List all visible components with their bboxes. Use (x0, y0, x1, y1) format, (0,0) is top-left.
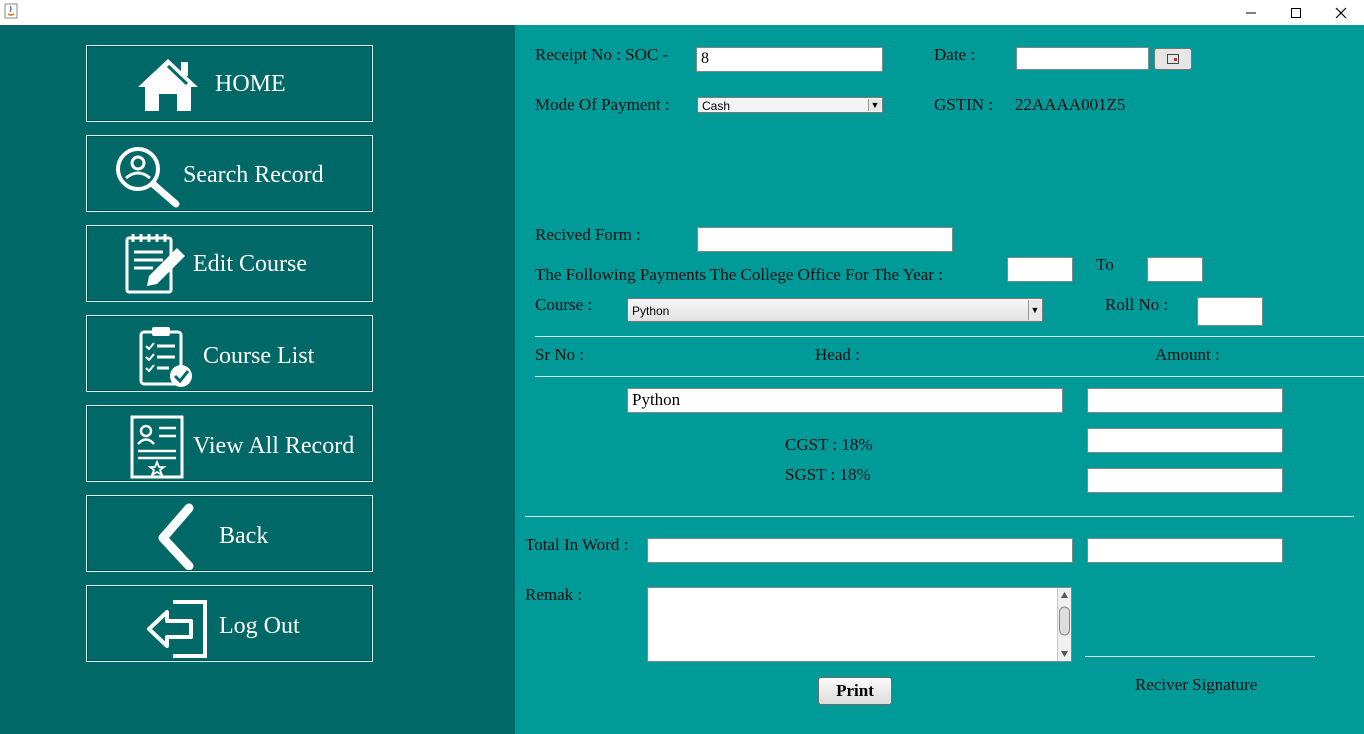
date-label: Date : (934, 45, 976, 64)
edit-course-label: Edit Course (193, 251, 307, 277)
clipboard-check-icon (139, 327, 192, 387)
sidebar: HOME Search Record Edit Course Course Li… (0, 25, 515, 734)
logout-button[interactable]: Log Out (86, 585, 373, 662)
maximize-button[interactable] (1273, 0, 1319, 25)
calendar-icon (1167, 54, 1179, 64)
cgst-amount-field[interactable] (1087, 428, 1283, 453)
mode-of-payment-select[interactable]: Cash ▼ (697, 97, 883, 113)
scroll-arrows-icon (1059, 592, 1070, 657)
course-list-label: Course List (203, 343, 315, 369)
receiver-signature-label: Reciver Signature (1135, 675, 1258, 694)
remark-label: Remak : (525, 585, 583, 604)
close-button[interactable] (1318, 0, 1364, 25)
back-button[interactable]: Back (86, 495, 373, 572)
logout-label: Log Out (219, 613, 300, 639)
course-select[interactable]: Python ▼ (627, 298, 1043, 322)
total-in-word-label: Total In Word : (525, 535, 629, 554)
back-label: Back (219, 523, 269, 549)
print-button[interactable]: Print (818, 677, 892, 705)
year-from-field[interactable] (1007, 257, 1073, 282)
roll-number-field[interactable] (1197, 297, 1263, 326)
home-label: HOME (215, 71, 286, 97)
view-all-record-label: View All Record (193, 433, 355, 459)
home-button[interactable]: HOME (86, 45, 373, 122)
divider (535, 376, 1364, 377)
title-bar (0, 0, 1364, 25)
search-user-icon (116, 147, 180, 208)
divider (525, 516, 1354, 517)
head-field[interactable]: Python (627, 388, 1063, 413)
total-amount-field[interactable] (1087, 538, 1283, 563)
received-from-field[interactable] (697, 227, 953, 252)
divider (535, 336, 1364, 337)
course-label: Course : (535, 295, 593, 314)
chevron-left-icon (158, 503, 194, 570)
close-icon (1335, 7, 1347, 18)
amount-field[interactable] (1087, 388, 1283, 413)
received-from-label: Recived Form : (535, 225, 641, 244)
mode-of-payment-label: Mode Of Payment : (535, 95, 670, 114)
view-all-record-button[interactable]: View All Record (86, 405, 373, 482)
edit-document-icon (125, 234, 185, 294)
gstin-value: 22AAAA001Z5 (1015, 95, 1126, 114)
payment-year-label: The Following Payments The College Offic… (535, 265, 943, 284)
receipt-number-field[interactable]: 8 (696, 47, 883, 72)
search-record-button[interactable]: Search Record (86, 135, 373, 212)
edit-course-button[interactable]: Edit Course (86, 225, 373, 302)
java-app-icon (4, 3, 18, 19)
logout-icon (147, 600, 207, 658)
maximize-icon (1291, 7, 1301, 18)
year-to-field[interactable] (1147, 257, 1203, 282)
minimize-button[interactable] (1228, 0, 1274, 25)
gstin-label: GSTIN : (934, 95, 994, 114)
signature-line (1085, 656, 1315, 657)
remark-textarea[interactable] (647, 587, 1072, 662)
receipt-label: Receipt No : SOC - (535, 45, 669, 64)
total-in-word-field[interactable] (647, 538, 1073, 563)
sr-no-header: Sr No : (535, 345, 585, 364)
roll-number-label: Roll No : (1105, 295, 1169, 314)
remark-scrollbar[interactable] (1057, 588, 1071, 661)
home-icon (138, 59, 198, 111)
date-field[interactable] (1016, 47, 1149, 70)
course-select-value: Python (632, 304, 670, 318)
minimize-icon (1246, 12, 1256, 13)
search-record-label: Search Record (183, 162, 324, 188)
date-picker-button[interactable] (1154, 48, 1192, 70)
course-dropdown-arrow-icon: ▼ (1028, 300, 1041, 320)
certificate-icon (130, 415, 184, 479)
cgst-label: CGST : 18% (785, 435, 873, 454)
course-list-button[interactable]: Course List (86, 315, 373, 392)
to-label: To (1096, 255, 1114, 274)
head-header: Head : (815, 345, 860, 364)
mode-of-payment-value: Cash (702, 99, 731, 113)
sgst-label: SGST : 18% (785, 465, 871, 484)
sgst-amount-field[interactable] (1087, 468, 1283, 493)
amount-header: Amount : (1155, 345, 1220, 364)
dropdown-arrow-icon: ▼ (868, 99, 881, 111)
